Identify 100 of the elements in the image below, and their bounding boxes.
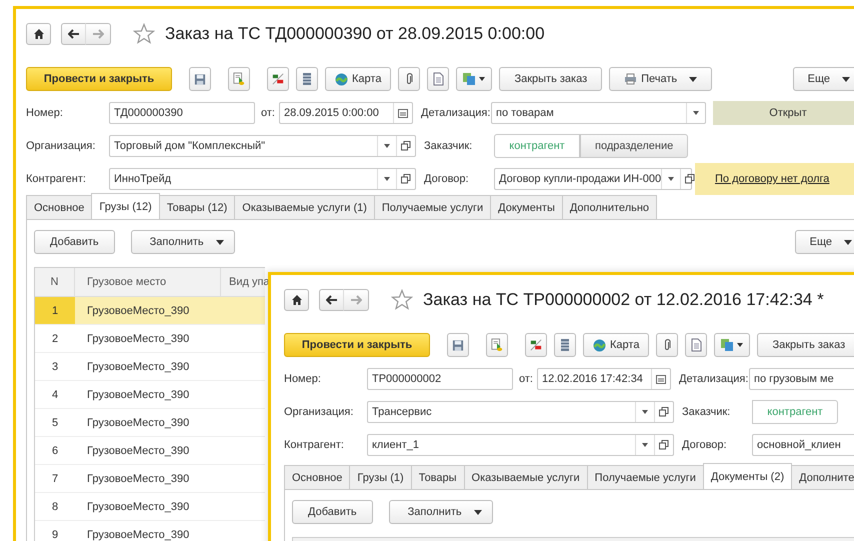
tab[interactable]: Получаемые услуги — [586, 465, 704, 489]
map-button[interactable]: Карта — [325, 67, 392, 91]
open-icon[interactable] — [659, 440, 669, 450]
document-button[interactable] — [685, 333, 708, 357]
close-order-button[interactable]: Закрыть заказ — [757, 333, 854, 357]
caret-icon — [216, 240, 224, 244]
fill-button[interactable]: Заполнить — [388, 500, 493, 524]
detail-select[interactable]: по грузовым ме — [749, 368, 854, 390]
row-number: 9 — [50, 528, 60, 541]
calendar-icon[interactable] — [656, 374, 666, 384]
caret-icon[interactable] — [642, 443, 648, 447]
date-field[interactable]: 12.02.2016 17:42:34 — [537, 368, 671, 390]
tab[interactable]: Дополните — [791, 465, 854, 489]
map-button[interactable]: Карта — [583, 333, 650, 357]
printer-icon — [624, 73, 638, 85]
home-icon — [32, 28, 44, 40]
list-icon — [560, 338, 570, 352]
add-button[interactable]: Добавить — [34, 230, 115, 254]
list-button[interactable] — [554, 333, 576, 357]
caret-icon[interactable] — [384, 177, 390, 181]
forward-arrow-icon — [350, 295, 362, 305]
tab[interactable]: Документы — [490, 195, 563, 219]
organization-select[interactable]: Трансервис — [367, 401, 674, 423]
related-documents-button[interactable] — [714, 333, 750, 357]
table-row[interactable]: 6 ГрузовоеМесто_390 — [35, 437, 265, 465]
star-icon[interactable] — [391, 289, 413, 311]
column-header[interactable]: N — [35, 268, 75, 296]
home-button[interactable] — [26, 23, 51, 45]
more-button[interactable]: Еще — [794, 230, 854, 254]
print-button[interactable]: Печать — [609, 67, 712, 91]
organization-select[interactable]: Торговый дом "Комплексный" — [109, 135, 416, 157]
back-arrow-icon — [68, 29, 80, 39]
table-cell-text: ГрузовоеМесто_390 — [86, 444, 190, 458]
home-button[interactable] — [284, 289, 309, 311]
document-post-button[interactable] — [228, 67, 250, 91]
table-row[interactable]: 5 ГрузовоеМесто_390 — [35, 409, 265, 437]
table-row[interactable]: 8 ГрузовоеМесто_390 — [35, 493, 265, 521]
tab[interactable]: Оказываемые услуги — [464, 465, 588, 489]
post-and-close-button[interactable]: Провести и закрыть — [284, 333, 430, 357]
number-field[interactable]: ТР000000002 — [367, 368, 513, 390]
debit-credit-button[interactable] — [525, 333, 547, 357]
tab[interactable]: Товары — [410, 465, 465, 489]
open-icon[interactable] — [401, 141, 411, 151]
tab[interactable]: Грузы (1) — [349, 465, 412, 489]
open-icon[interactable] — [659, 407, 669, 417]
table-row[interactable]: 4 ГрузовоеМесто_390 — [35, 381, 265, 409]
debit-credit-button[interactable] — [267, 67, 289, 91]
document-icon — [432, 72, 444, 86]
contract-select[interactable]: Договор купли-продажи ИН-000 — [494, 168, 692, 190]
column-header[interactable]: Грузовое место — [75, 268, 221, 296]
tab[interactable]: Основное — [284, 465, 350, 489]
open-icon[interactable] — [401, 174, 411, 184]
save-button[interactable] — [447, 333, 469, 357]
caret-icon[interactable] — [384, 144, 390, 148]
contract-select[interactable]: основной_клиен — [752, 434, 854, 456]
tab[interactable]: Оказываемые услуги (1) — [234, 195, 375, 219]
counterparty-select[interactable]: ИнноТрейд — [109, 168, 416, 190]
number-field[interactable]: ТД000000390 — [109, 102, 255, 124]
tab[interactable]: Получаемые услуги — [374, 195, 492, 219]
document-coins-icon — [233, 71, 245, 87]
save-button[interactable] — [189, 67, 211, 91]
debt-link[interactable]: По договору нет долга — [715, 173, 830, 185]
caret-icon[interactable] — [668, 177, 674, 181]
close-order-button[interactable]: Закрыть заказ — [499, 67, 602, 91]
table-row[interactable]: 1 ГрузовоеМесто_390 — [35, 297, 265, 325]
table-cell-text: ГрузовоеМесто_390 — [86, 388, 190, 402]
tab[interactable]: Основное — [26, 195, 92, 219]
attachment-button[interactable] — [656, 333, 678, 357]
field-label: Заказчик: — [424, 140, 474, 152]
date-field[interactable]: 28.09.2015 0:00:00 — [279, 102, 413, 124]
table-row[interactable]: 3 ГрузовоеМесто_390 — [35, 353, 265, 381]
open-icon[interactable] — [685, 174, 696, 184]
customer-option[interactable]: подразделение — [580, 134, 688, 158]
caret-icon — [844, 240, 852, 244]
detail-select[interactable]: по товарам — [491, 102, 706, 124]
list-icon — [302, 72, 312, 86]
globe-icon — [593, 338, 606, 352]
fill-button[interactable]: Заполнить — [130, 230, 235, 254]
tab[interactable]: Дополнительно — [562, 195, 658, 219]
list-button[interactable] — [296, 67, 318, 91]
calendar-icon[interactable] — [398, 108, 408, 118]
related-documents-button[interactable] — [456, 67, 492, 91]
table-cell-text: ГрузовоеМесто_390 — [86, 332, 190, 346]
add-button[interactable]: Добавить — [292, 500, 373, 524]
attachment-button[interactable] — [398, 67, 420, 91]
star-icon[interactable] — [133, 23, 155, 45]
document-button[interactable] — [427, 67, 450, 91]
document-post-button[interactable] — [486, 333, 508, 357]
table-row[interactable]: 9 ГрузовоеМесто_390 — [35, 521, 265, 541]
back-button[interactable] — [61, 23, 86, 45]
counterparty-select[interactable]: клиент_1 — [367, 434, 674, 456]
caret-icon[interactable] — [642, 410, 648, 414]
more-button[interactable]: Еще — [792, 67, 854, 91]
back-button[interactable] — [319, 289, 344, 311]
caret-icon[interactable] — [693, 111, 699, 115]
table-row[interactable]: 2 ГрузовоеМесто_390 — [35, 325, 265, 353]
caret-icon — [474, 510, 482, 514]
post-and-close-button[interactable]: Провести и закрыть — [26, 67, 172, 91]
table-row[interactable]: 7 ГрузовоеМесто_390 — [35, 465, 265, 493]
tab[interactable]: Товары (12) — [158, 195, 236, 219]
